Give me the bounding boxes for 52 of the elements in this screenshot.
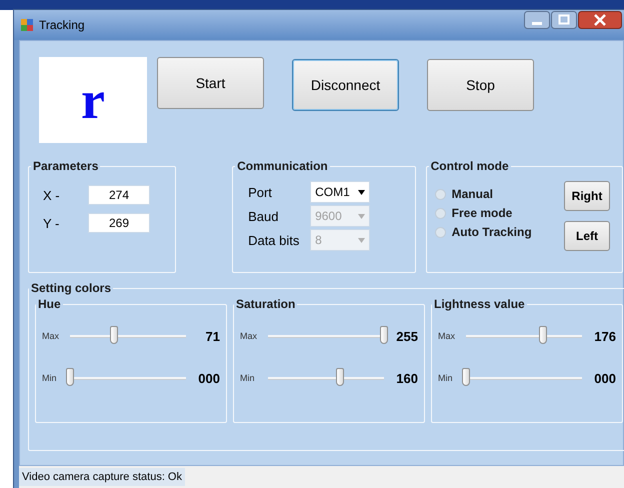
slider-label: Max [42,331,60,341]
field-label: X - [42,188,61,202]
slider-value: 000 [593,370,616,386]
field-label: Port [247,184,273,200]
status-text: Video camera capture status: Ok [19,468,185,486]
group-title: Hue [37,297,62,311]
radio-icon[interactable] [434,208,446,218]
group-title: Setting colors [30,281,112,295]
slider-label: Min [42,373,58,383]
slider-value: 000 [197,370,220,386]
field-label: Data bits [247,232,300,248]
action-button[interactable]: Disconnect [292,59,399,111]
action-button[interactable]: Stop [427,59,534,111]
slider-thumb[interactable] [336,368,344,386]
action-button[interactable]: Start [157,57,264,109]
slider-thumb[interactable] [66,368,74,386]
group-title: Saturation [235,297,296,311]
dropdown-field[interactable]: COM1 [310,181,370,203]
value-field[interactable]: 274 [88,185,150,205]
radio-option[interactable]: Free mode [434,206,532,220]
radio-icon[interactable] [434,226,446,238]
slider-thumb[interactable] [380,326,388,344]
slider-thumb[interactable] [462,368,470,386]
minimize-icon[interactable] [524,11,550,29]
field-label: Baud [247,208,280,224]
radio-option[interactable]: Manual [434,187,532,201]
window-title: Tracking [39,18,86,32]
slider-value: 160 [395,370,418,386]
app-icon [20,18,34,32]
letter-display: r [39,57,147,143]
group-title: Communication [236,159,329,173]
close-icon[interactable] [578,11,622,29]
group-title: Lightness value [433,297,526,311]
slider-value: 255 [395,328,418,344]
radio-icon[interactable] [434,188,446,200]
caret-icon[interactable] [358,190,366,194]
direction-button[interactable]: Left [564,221,610,251]
slider-label: Min [438,373,454,383]
value-field[interactable]: 269 [88,213,150,233]
group-title: Parameters [32,159,100,173]
maximize-icon[interactable] [551,11,577,29]
slider-label: Min [240,373,256,383]
direction-button[interactable]: Right [564,181,610,211]
slider-value: 176 [593,328,616,344]
slider-thumb[interactable] [538,326,547,344]
field-label: Y - [42,216,60,230]
slider-label: Max [438,331,456,341]
slider-thumb[interactable] [110,326,118,344]
slider-value: 71 [204,328,220,344]
group-title: Control mode [430,159,510,173]
slider-label: Max [240,331,258,341]
radio-option[interactable]: Auto Tracking [434,225,532,239]
